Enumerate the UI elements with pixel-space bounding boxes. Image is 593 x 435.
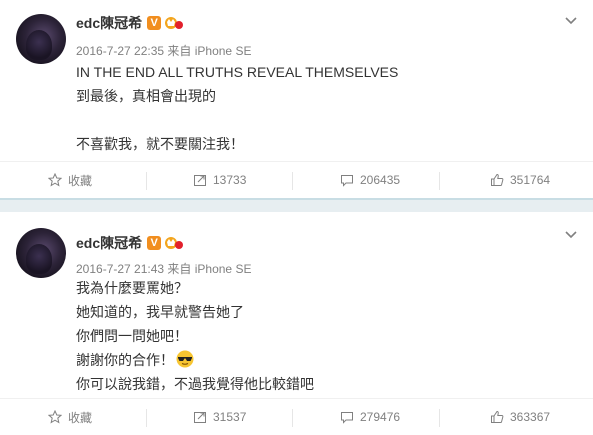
divider — [292, 172, 293, 190]
like-button[interactable]: 351764 — [490, 162, 550, 198]
divider — [146, 409, 147, 427]
repost-button[interactable]: 31537 — [193, 399, 246, 435]
post-line: 你們問一問她吧！ — [76, 328, 188, 344]
post-line — [76, 108, 398, 132]
like-count: 363367 — [510, 410, 551, 424]
divider — [292, 409, 293, 427]
favorite-label: 收藏 — [68, 410, 93, 425]
comment-count: 206435 — [360, 173, 401, 187]
post-line-with-emoji: 謝謝你的合作！ — [76, 348, 314, 372]
divider — [439, 172, 440, 190]
author-row: edc陳冠希 V — [76, 12, 184, 34]
post-line: 謝謝你的合作！ — [76, 352, 174, 368]
star-icon — [48, 410, 62, 424]
comment-count: 279476 — [360, 410, 401, 424]
like-button[interactable]: 363367 — [490, 399, 550, 435]
post-meta[interactable]: 2016-7-27 22:35 来自 iPhone SE — [76, 42, 251, 59]
repost-button[interactable]: 13733 — [193, 162, 246, 198]
comment-icon — [341, 175, 353, 187]
chevron-down-icon[interactable] — [563, 12, 579, 28]
post-actions: 收藏 31537 279476 363367 — [0, 398, 593, 435]
repost-icon — [194, 175, 206, 186]
post-content: IN THE END ALL TRUTHS REVEAL THEMSELVES … — [76, 60, 398, 156]
weibo-post-1: edc陳冠希 V 2016-7-27 22:35 来自 iPhone SE IN… — [0, 0, 593, 198]
crown-badge-icon — [165, 236, 184, 250]
post-meta[interactable]: 2016-7-27 21:43 来自 iPhone SE — [76, 260, 251, 277]
like-count: 351764 — [510, 173, 551, 187]
verified-badge-icon: V — [147, 236, 162, 250]
repost-icon — [194, 412, 206, 423]
comment-icon — [341, 412, 353, 424]
divider — [439, 409, 440, 427]
post-line: 她知道的，我早就警告她了 — [76, 304, 244, 320]
weibo-post-2: edc陳冠希 V 2016-7-27 21:43 来自 iPhone SE 我為… — [0, 212, 593, 433]
repost-count: 13733 — [213, 173, 247, 187]
post-actions: 收藏 13733 206435 351764 — [0, 161, 593, 198]
verified-badge-icon: V — [147, 16, 162, 30]
repost-count: 31537 — [213, 410, 247, 424]
favorite-button[interactable]: 收藏 — [48, 399, 92, 435]
favorite-button[interactable]: 收藏 — [48, 162, 92, 198]
post-line: IN THE END ALL TRUTHS REVEAL THEMSELVES — [76, 64, 399, 80]
crown-badge-icon — [165, 16, 184, 30]
feed-divider — [0, 198, 593, 212]
thumbs-up-icon — [491, 173, 504, 186]
post-line: 到最後，真相會出現的 — [76, 88, 216, 104]
post-content: 我為什麼要罵她？ 她知道的，我早就警告她了 你們問一問她吧！ 謝謝你的合作！ 你… — [76, 276, 314, 396]
post-line: 不喜歡我，就不要關注我！ — [76, 136, 244, 152]
comment-button[interactable]: 206435 — [340, 162, 400, 198]
username[interactable]: edc陳冠希 — [76, 13, 142, 33]
star-icon — [48, 173, 62, 187]
chevron-down-icon[interactable] — [563, 226, 579, 242]
divider — [146, 172, 147, 190]
thumbs-up-icon — [491, 410, 504, 423]
avatar[interactable] — [16, 14, 66, 64]
favorite-label: 收藏 — [68, 173, 93, 188]
username[interactable]: edc陳冠希 — [76, 233, 142, 253]
comment-button[interactable]: 279476 — [340, 399, 400, 435]
sunglasses-emoji-icon — [176, 350, 194, 368]
post-line: 你可以說我錯，不過我覺得他比較錯吧 — [76, 376, 314, 392]
avatar[interactable] — [16, 228, 66, 278]
post-line: 我為什麼要罵她？ — [76, 280, 188, 296]
author-row: edc陳冠希 V — [76, 232, 184, 254]
